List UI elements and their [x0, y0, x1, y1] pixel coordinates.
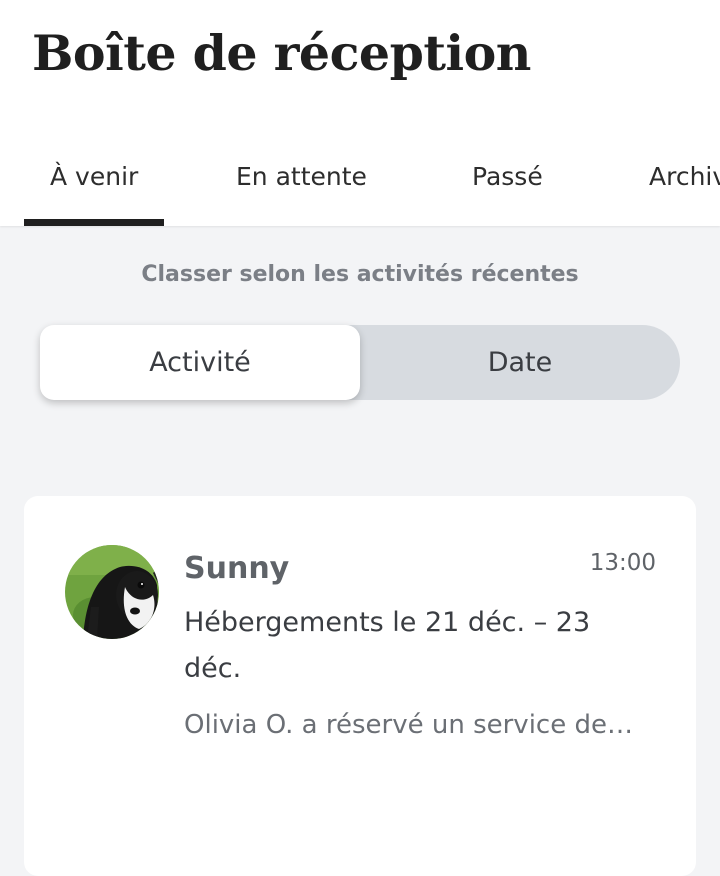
conversation-card[interactable]: Sunny 13:00 Hébergements le 21 déc. – 23…: [24, 496, 696, 876]
tab-upcoming-label: À venir: [50, 162, 139, 191]
sort-segmented-control: Date Activité: [40, 325, 680, 400]
app-header: Boîte de réception À venir En attente Pa…: [0, 0, 720, 226]
tab-archived[interactable]: Archivé: [630, 140, 720, 226]
tab-pending[interactable]: En attente: [210, 140, 390, 226]
sort-by-activity-button[interactable]: Activité: [40, 325, 360, 400]
tab-past-label: Passé: [472, 162, 543, 191]
active-tab-indicator: [24, 219, 164, 226]
tab-upcoming[interactable]: À venir: [24, 140, 164, 226]
tab-pending-label: En attente: [236, 162, 367, 191]
dog-photo-avatar: [65, 545, 159, 639]
tab-past[interactable]: Passé: [430, 140, 580, 226]
page-title: Boîte de réception: [32, 24, 531, 82]
conversation-time: 13:00: [589, 550, 656, 576]
conversation-sender: Sunny: [184, 551, 290, 586]
tab-bar: À venir En attente Passé Archivé: [0, 140, 720, 226]
conversation-preview: Olivia O. a réservé un service de…: [184, 710, 633, 740]
sort-caption: Classer selon les activités récentes: [141, 262, 579, 287]
sort-by-date-button[interactable]: Date: [360, 325, 680, 400]
conversation-subject: Hébergements le 21 déc. – 23 déc.: [184, 607, 591, 684]
tab-archived-label: Archivé: [649, 162, 720, 191]
